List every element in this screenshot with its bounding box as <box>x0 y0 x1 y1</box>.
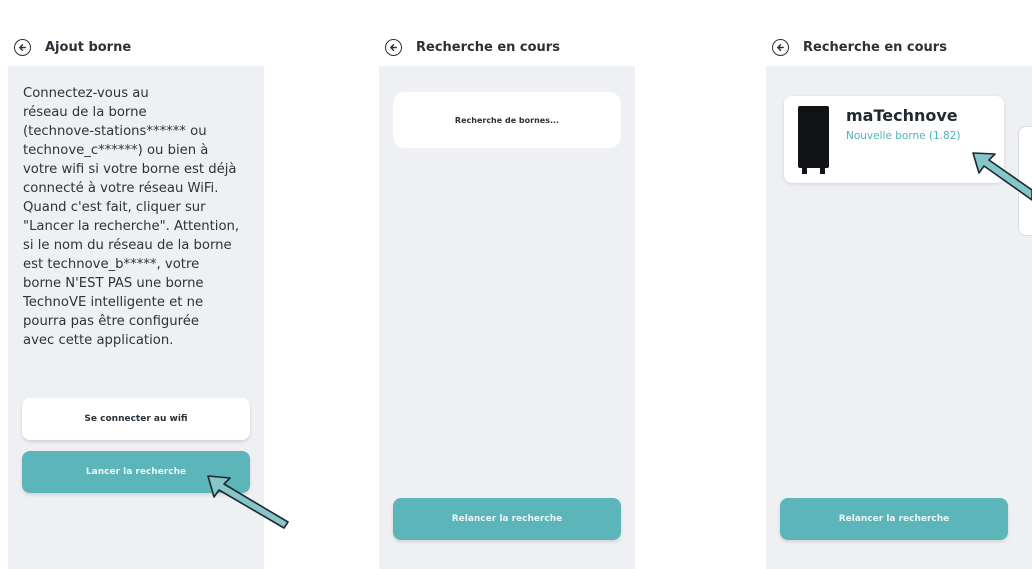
retry-search-button[interactable]: Relancer la recherche <box>780 498 1008 540</box>
back-arrow-icon[interactable] <box>14 38 31 56</box>
retry-search-button[interactable]: Relancer la recherche <box>393 498 621 540</box>
page-title: Recherche en cours <box>416 39 560 55</box>
page-title: Ajout borne <box>45 39 132 55</box>
app-header: Ajout borne <box>8 28 264 66</box>
back-arrow-icon[interactable] <box>385 38 402 56</box>
status-bar <box>766 8 1032 28</box>
search-status-card: Recherche de bornes... <box>393 92 621 148</box>
device-name: maTechnove <box>846 106 958 125</box>
charger-device-image <box>798 106 829 174</box>
search-status-text: Recherche de bornes... <box>454 115 560 125</box>
screen-content: Recherche de bornes... Relancer la reche… <box>379 66 635 569</box>
back-arrow-icon[interactable] <box>772 38 789 56</box>
device-subtitle: Nouvelle borne (1.82) <box>846 130 961 142</box>
status-bar <box>379 8 635 28</box>
annotation-arrow-icon <box>972 152 1032 201</box>
page-title: Recherche en cours <box>803 39 947 55</box>
app-header: Recherche en cours <box>766 28 1032 66</box>
phone-screen-found: Recherche en cours maTechnove Nouvelle b… <box>766 8 1032 569</box>
phone-screen-searching: Recherche en cours Recherche de bornes..… <box>379 8 635 569</box>
annotation-arrow-icon <box>207 475 289 529</box>
app-header: Recherche en cours <box>379 28 635 66</box>
instructions-text: Connectez-vous au réseau de la borne (te… <box>23 86 240 348</box>
connect-wifi-button[interactable]: Se connecter au wifi <box>22 398 250 440</box>
screen-content: maTechnove Nouvelle borne (1.82) Relance… <box>766 66 1032 569</box>
status-bar <box>8 8 264 28</box>
